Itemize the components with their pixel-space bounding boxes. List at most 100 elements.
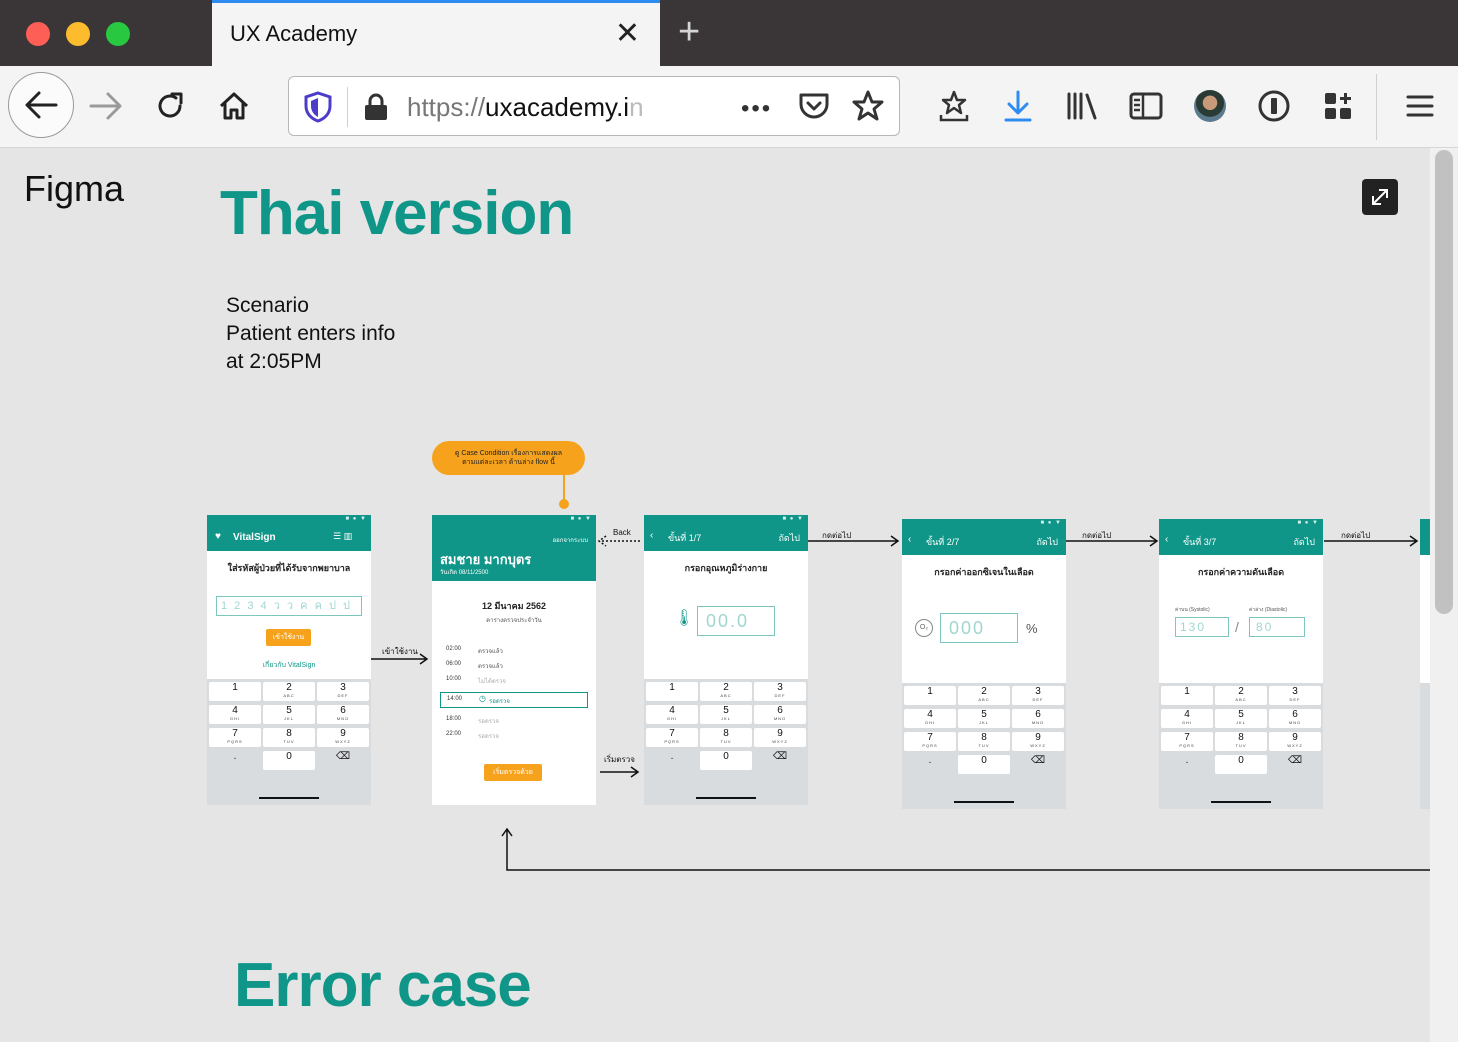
keypad-key[interactable]: 5 JKL — [263, 705, 315, 724]
url-text[interactable]: https://uxacademy.in — [407, 92, 667, 123]
keypad-key[interactable]: ⌫ — [1269, 755, 1321, 774]
account-button[interactable] — [1186, 82, 1234, 130]
keypad-key[interactable]: 9 WXYZ — [754, 728, 806, 747]
keypad-key[interactable]: 2 ABC — [700, 682, 752, 701]
keypad-key[interactable]: 3 DEF — [317, 682, 369, 701]
keypad-key[interactable]: ⌫ — [1012, 755, 1064, 774]
keypad-key[interactable]: 0 — [958, 755, 1010, 774]
keypad-key[interactable]: 4 GHI — [904, 709, 956, 728]
keypad-key[interactable]: 2 ABC — [958, 686, 1010, 705]
keypad-key[interactable]: 8 TUV — [1215, 732, 1267, 751]
keypad-key[interactable]: 1 — [1161, 686, 1213, 705]
keypad-key[interactable]: 2 ABC — [263, 682, 315, 701]
keypad-key[interactable]: . — [209, 751, 261, 770]
close-window-button[interactable] — [26, 22, 50, 46]
library-icon — [1067, 92, 1097, 120]
keypad-key[interactable]: 6 MNO — [1012, 709, 1064, 728]
back-chevron-icon[interactable]: ‹ — [650, 530, 653, 541]
sidebar-button[interactable] — [1122, 82, 1170, 130]
keypad-key[interactable]: 3 DEF — [754, 682, 806, 701]
schedule-row-current[interactable]: 14:00 ◷ รอตรวจ — [440, 692, 588, 708]
keypad-key-label: 6 — [1035, 709, 1041, 720]
next-link[interactable]: ถัดไป — [1293, 535, 1315, 549]
keypad-key[interactable]: 5 JKL — [700, 705, 752, 724]
keypad-key[interactable]: 1 — [646, 682, 698, 701]
keypad-key[interactable]: 8 TUV — [958, 732, 1010, 751]
pocket-icon[interactable] — [797, 89, 831, 128]
bookmarks-menu-button[interactable] — [930, 82, 978, 130]
start-self-check-button[interactable]: เริ่มตรวจด้วยตนเอง — [484, 764, 542, 793]
keypad-key[interactable]: 7 PQRS — [904, 732, 956, 751]
keypad-key[interactable]: 9 WXYZ — [1269, 732, 1321, 751]
keypad-key[interactable]: 9 WXYZ — [317, 728, 369, 747]
back-button[interactable] — [8, 72, 74, 138]
minimize-window-button[interactable] — [66, 22, 90, 46]
forward-button[interactable] — [82, 82, 130, 130]
page-actions-icon[interactable]: ••• — [741, 95, 772, 123]
keypad-key[interactable]: 5 JKL — [958, 709, 1010, 728]
keypad-key[interactable]: 0 — [700, 751, 752, 770]
keypad-key[interactable]: 5 JKL — [1215, 709, 1267, 728]
downloads-button[interactable] — [994, 82, 1042, 130]
keypad-key[interactable]: . — [1161, 755, 1213, 774]
diastolic-input[interactable]: 80 — [1249, 617, 1305, 637]
menu-button[interactable] — [1396, 82, 1444, 130]
keypad-key[interactable]: 9 WXYZ — [1012, 732, 1064, 751]
keypad-key-label: 2 — [286, 682, 292, 693]
screen-login[interactable]: ■ ● ▼ ♥ VitalSign ☰ ▥ ใส่รหัสผู้ป่วยที่ไ… — [207, 515, 371, 805]
temperature-input[interactable]: 00.0 — [697, 606, 775, 636]
keypad-key[interactable]: 8 TUV — [263, 728, 315, 747]
patient-code-input[interactable]: 1 2 3 4 ว ว ค ค ป ป — [216, 596, 362, 616]
reload-button[interactable] — [146, 82, 194, 130]
login-button[interactable]: เข้าใช้งาน — [266, 629, 311, 646]
keypad-key[interactable]: 3 DEF — [1012, 686, 1064, 705]
keypad-key[interactable]: 7 PQRS — [646, 728, 698, 747]
screen-step-4-partial[interactable] — [1420, 519, 1430, 809]
keypad-key[interactable]: ⌫ — [317, 751, 369, 770]
keypad-key[interactable]: 1 — [209, 682, 261, 701]
extensions-button[interactable] — [1314, 82, 1362, 130]
lock-icon[interactable] — [363, 93, 389, 126]
screen-step-3[interactable]: ■ ● ▼ ‹ ขั้นที่ 3/7 ถัดไป กรอกค่าความดัน… — [1159, 519, 1323, 809]
next-link[interactable]: ถัดไป — [778, 531, 800, 545]
systolic-input[interactable]: 130 — [1175, 617, 1229, 637]
library-button[interactable] — [1058, 82, 1106, 130]
language-flag-icon[interactable]: ☰ ▥ — [333, 531, 352, 542]
scrollbar-thumb[interactable] — [1435, 150, 1453, 614]
next-link[interactable]: ถัดไป — [1036, 535, 1058, 549]
about-link[interactable]: เกี่ยวกับ VitalSign — [207, 660, 371, 671]
tracking-shield-icon[interactable] — [303, 91, 333, 128]
keypad-key[interactable]: 7 PQRS — [1161, 732, 1213, 751]
keypad-key[interactable]: 8 TUV — [700, 728, 752, 747]
bookmark-star-icon[interactable] — [851, 89, 885, 128]
keypad-key-letters: WXYZ — [772, 739, 788, 744]
home-button[interactable] — [210, 82, 258, 130]
back-chevron-icon[interactable]: ‹ — [1165, 534, 1168, 545]
keypad-key[interactable]: 6 MNO — [1269, 709, 1321, 728]
keypad-key[interactable]: . — [904, 755, 956, 774]
password-manager-button[interactable] — [1250, 82, 1298, 130]
keypad-key[interactable]: 6 MNO — [317, 705, 369, 724]
screen-step-2[interactable]: ■ ● ▼ ‹ ขั้นที่ 2/7 ถัดไป กรอกค่าออกซิเจ… — [902, 519, 1066, 809]
keypad-key[interactable]: 0 — [1215, 755, 1267, 774]
back-chevron-icon[interactable]: ‹ — [908, 534, 911, 545]
keypad-key[interactable]: . — [646, 751, 698, 770]
screen-step-1[interactable]: ■ ● ▼ ‹ ขั้นที่ 1/7 ถัดไป กรอกอุณหภูมิร่… — [644, 515, 808, 805]
keypad-key[interactable]: 2 ABC — [1215, 686, 1267, 705]
new-tab-button[interactable]: + — [678, 12, 700, 52]
keypad-key[interactable]: 1 — [904, 686, 956, 705]
keypad-key[interactable]: 7 PQRS — [209, 728, 261, 747]
keypad-key[interactable]: 3 DEF — [1269, 686, 1321, 705]
keypad-key[interactable]: 4 GHI — [209, 705, 261, 724]
address-bar[interactable]: https://uxacademy.in ••• — [288, 76, 900, 136]
keypad-key[interactable]: ⌫ — [754, 751, 806, 770]
screen-schedule[interactable]: ■ ● ▼ ออกจากระบบ สมชาย มากบุตร วันเกิด 0… — [432, 515, 596, 805]
keypad-key[interactable]: 4 GHI — [1161, 709, 1213, 728]
keypad-key[interactable]: 0 — [263, 751, 315, 770]
keypad-key[interactable]: 4 GHI — [646, 705, 698, 724]
keypad-key[interactable]: 6 MNO — [754, 705, 806, 724]
tab-active[interactable]: UX Academy ✕ — [212, 0, 660, 66]
zoom-window-button[interactable] — [106, 22, 130, 46]
close-tab-icon[interactable]: ✕ — [615, 19, 640, 49]
oxygen-input[interactable]: 000 — [940, 613, 1018, 643]
